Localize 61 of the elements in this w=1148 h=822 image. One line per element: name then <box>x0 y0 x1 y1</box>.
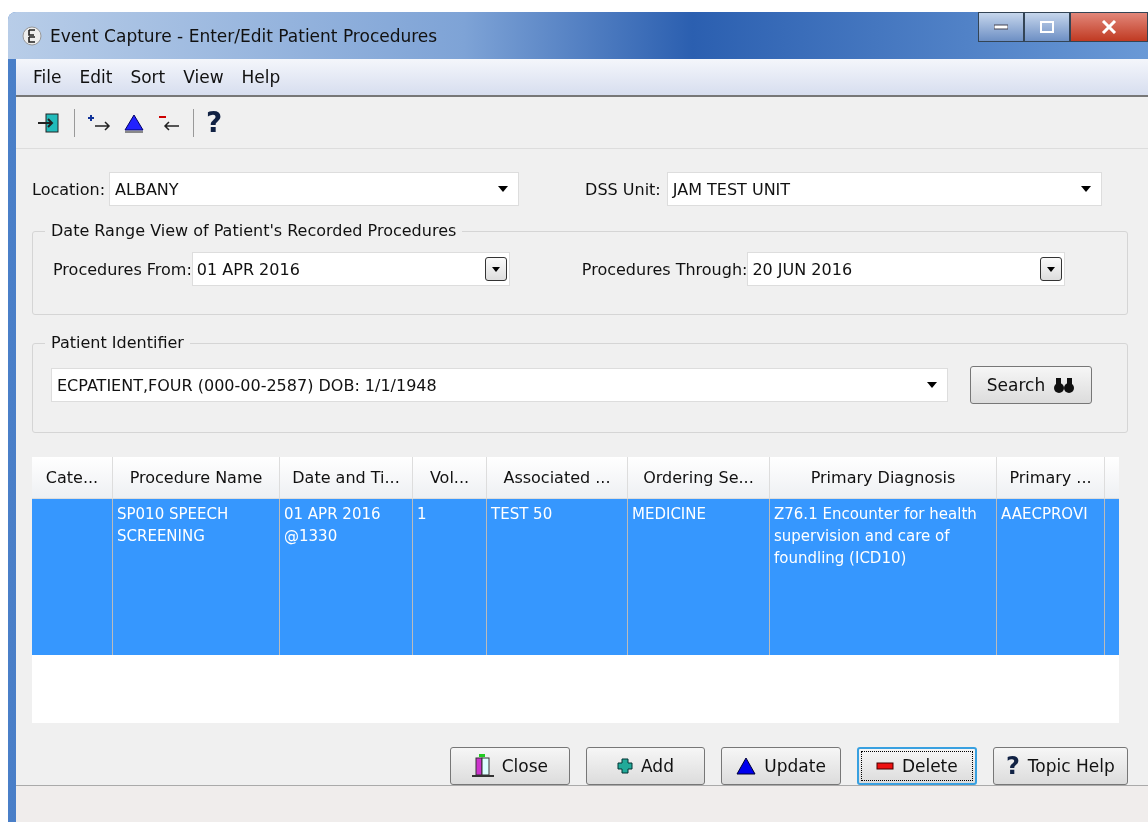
close-button[interactable]: Close <box>450 747 570 786</box>
column-header[interactable]: Primary ... <box>997 457 1105 499</box>
column-header[interactable]: Associated ... <box>487 457 628 499</box>
date-dropdown-button[interactable] <box>484 257 507 282</box>
caret-icon <box>491 266 500 272</box>
table-cell: 01 APR 2016 @1330 <box>284 505 381 546</box>
menu-item[interactable]: Edit <box>70 67 122 88</box>
table-cell: AAECPROVI <box>1001 505 1088 524</box>
through-date-field[interactable]: 20 JUN 2016 <box>747 252 1066 287</box>
table-cell: 1 <box>417 505 427 524</box>
dss-unit-dropdown[interactable]: JAM TEST UNIT <box>666 172 1102 207</box>
exit-door-icon[interactable] <box>36 110 62 135</box>
location-dropdown[interactable]: ALBANY <box>109 172 520 207</box>
triangle-icon <box>736 757 757 776</box>
add-button[interactable]: Add <box>585 747 706 786</box>
dss-unit-label: DSS Unit: <box>585 179 661 199</box>
group-title: Date Range View of Patient's Recorded Procedures <box>45 221 463 241</box>
column-header[interactable]: Date and Ti... <box>280 457 413 499</box>
patient-dropdown[interactable]: ECPATIENT,FOUR (000-00-2587) DOB: 1/1/1948 <box>51 368 948 403</box>
minus-icon <box>875 762 894 771</box>
search-button[interactable]: Search <box>970 366 1092 405</box>
column-header[interactable]: Vol... <box>413 457 487 499</box>
close-icon <box>1101 20 1117 34</box>
caret-icon <box>1047 266 1056 272</box>
through-label: Procedures Through: <box>581 259 748 279</box>
help-button[interactable]: ? Topic Help <box>992 747 1128 786</box>
column-header[interactable]: Primary Diagnosis <box>770 457 997 499</box>
binoculars-icon <box>1053 376 1076 395</box>
app-logo-icon <box>22 25 42 46</box>
table-cell: SP010 SPEECH SCREENING <box>117 505 229 546</box>
caret-icon <box>498 186 509 193</box>
table-cell: Z76.1 Encounter for health supervision and care of foundling (ICD10) <box>774 505 977 568</box>
maximize-icon <box>1040 21 1054 33</box>
table-cell: TEST 50 <box>491 505 553 524</box>
plus-icon <box>617 758 633 775</box>
help-icon[interactable]: ? <box>206 106 223 140</box>
close-button[interactable] <box>1070 12 1148 42</box>
table-cell: MEDICINE <box>632 505 706 524</box>
column-header[interactable]: Ordering Se... <box>628 457 770 499</box>
update-button[interactable]: Update <box>721 747 841 786</box>
delete-button[interactable]: Delete <box>856 747 977 786</box>
column-header[interactable]: Procedure Name <box>113 457 280 499</box>
triangle-icon[interactable] <box>123 112 145 133</box>
help-icon: ? <box>1005 752 1020 781</box>
from-label: Procedures From: <box>53 259 192 279</box>
menu-item[interactable]: File <box>24 67 71 88</box>
window-title: Event Capture - Enter/Edit Patient Procedures <box>50 25 438 46</box>
door-icon <box>471 754 494 779</box>
maximize-button[interactable] <box>1024 12 1070 42</box>
menu-item[interactable]: Sort <box>121 67 175 88</box>
menu-item[interactable]: View <box>174 67 233 88</box>
caret-icon <box>927 382 937 389</box>
menu-item[interactable]: Help <box>232 67 290 88</box>
location-label: Location: <box>32 179 106 199</box>
from-date-field[interactable]: 01 APR 2016 <box>191 252 510 287</box>
date-dropdown-button[interactable] <box>1040 257 1063 282</box>
caret-icon <box>1080 186 1091 193</box>
minimize-button[interactable] <box>978 12 1024 42</box>
add-arrow-icon[interactable] <box>87 112 111 133</box>
column-header[interactable]: Cate... <box>32 457 113 499</box>
minimize-icon <box>994 24 1008 30</box>
